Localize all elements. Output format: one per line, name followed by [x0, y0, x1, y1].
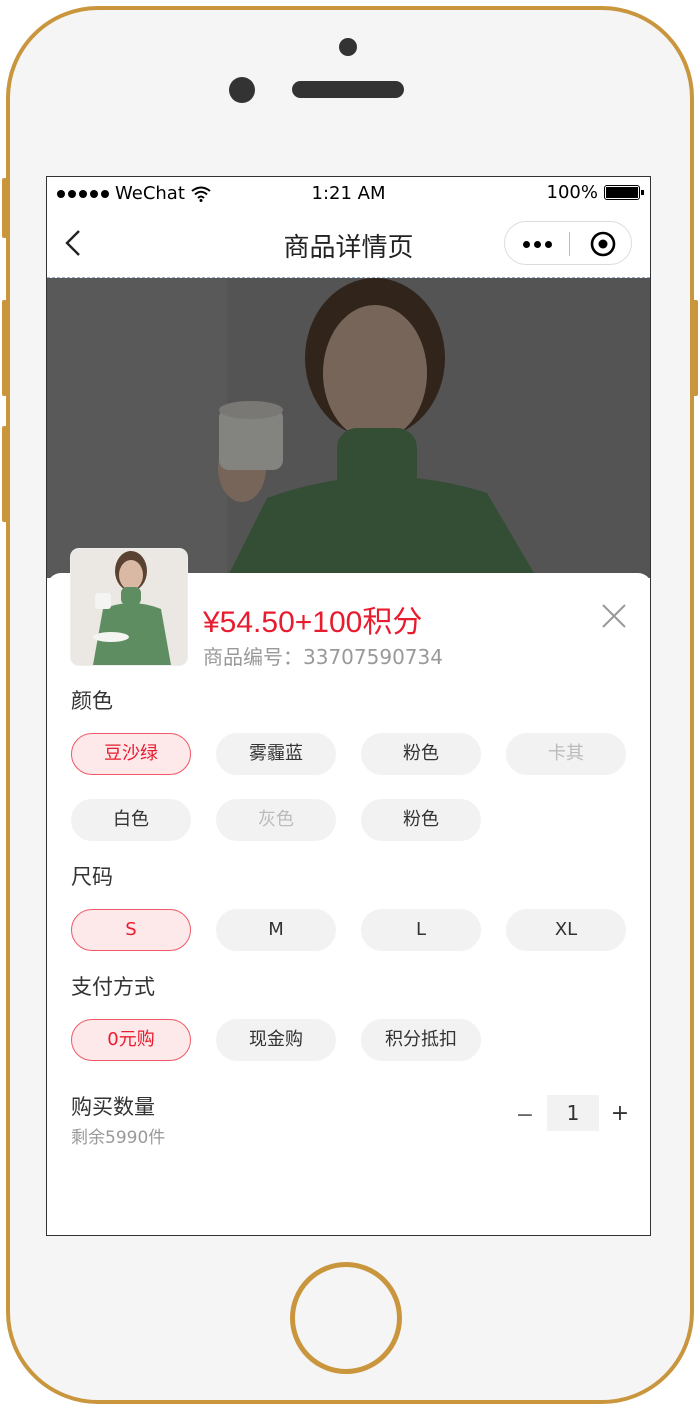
color-option-gray: 灰色	[216, 799, 336, 841]
volume-up-button	[2, 300, 8, 396]
battery-icon	[604, 185, 644, 200]
product-thumbnail	[71, 549, 187, 665]
nav-bar: 商品详情页	[47, 209, 650, 278]
size-option-l[interactable]: L	[361, 909, 481, 951]
payment-label: 支付方式	[71, 975, 155, 999]
size-option-m[interactable]: M	[216, 909, 336, 951]
size-option-xl[interactable]: XL	[506, 909, 626, 951]
battery-percent: 100%	[546, 182, 598, 203]
front-camera	[229, 77, 255, 103]
payment-option-zero-yuan[interactable]: 0元购	[71, 1019, 191, 1061]
product-sku: 商品编号：33707590734	[203, 645, 443, 669]
product-price: ¥54.50+100积分	[203, 606, 423, 639]
home-button[interactable]	[290, 1262, 402, 1374]
color-option-pink-2[interactable]: 粉色	[361, 799, 481, 841]
payment-option-cash[interactable]: 现金购	[216, 1019, 336, 1061]
color-label: 颜色	[71, 689, 113, 713]
close-icon[interactable]	[599, 601, 629, 631]
size-option-s[interactable]: S	[71, 909, 191, 951]
color-option-white[interactable]: 白色	[71, 799, 191, 841]
color-option-haze-blue[interactable]: 雾霾蓝	[216, 733, 336, 775]
quantity-increment-button[interactable]: +	[610, 1101, 630, 1126]
more-icon[interactable]	[523, 241, 552, 248]
quantity-input[interactable]: 1	[547, 1095, 599, 1131]
volume-down-button	[2, 426, 8, 522]
proximity-sensor	[339, 38, 357, 56]
close-miniprogram-icon[interactable]	[589, 230, 617, 258]
stock-remaining: 剩余5990件	[71, 1128, 166, 1148]
sku-selector-sheet: ¥54.50+100积分 商品编号：33707590734 颜色 豆沙绿 雾霾蓝…	[47, 549, 650, 1235]
power-button	[692, 300, 698, 396]
size-label: 尺码	[71, 865, 113, 889]
color-option-pink[interactable]: 粉色	[361, 733, 481, 775]
capsule-divider	[569, 232, 570, 256]
quantity-decrement-button[interactable]: −	[515, 1103, 535, 1128]
mute-switch	[2, 178, 8, 238]
miniprogram-capsule	[504, 221, 632, 265]
payment-option-points[interactable]: 积分抵扣	[361, 1019, 481, 1061]
quantity-label: 购买数量	[71, 1095, 155, 1119]
screen: WeChat 1:21 AM 100% 商品详情页 ¥54.50+100积分 商…	[46, 176, 651, 1236]
color-option-khaki: 卡其	[506, 733, 626, 775]
earpiece-speaker	[292, 81, 404, 98]
color-option-bean-green[interactable]: 豆沙绿	[71, 733, 191, 775]
status-bar: WeChat 1:21 AM 100%	[47, 177, 650, 209]
product-hero-image	[47, 278, 650, 578]
